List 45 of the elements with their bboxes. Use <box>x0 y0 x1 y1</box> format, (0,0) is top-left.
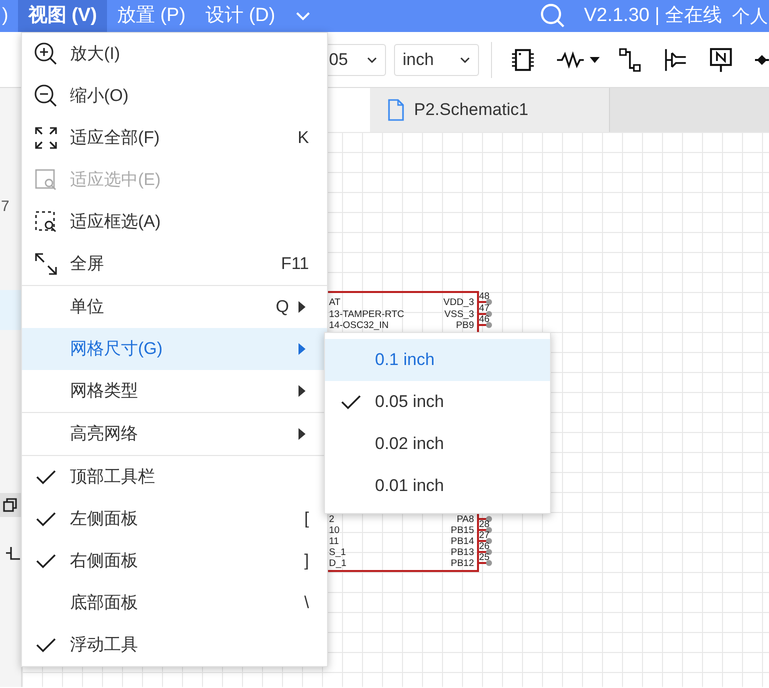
pin-label: PB14 <box>450 536 474 547</box>
pin-label: PA8 <box>456 514 474 525</box>
pin-number: 26 <box>479 542 490 552</box>
document-tab[interactable]: P2.Schematic1 <box>370 88 610 132</box>
pin-number: 28 <box>479 520 490 530</box>
menu-item[interactable]: 视图 (V) <box>18 0 107 32</box>
menu-item[interactable]: 网格类型 <box>22 370 327 412</box>
menu-item[interactable]: 网格尺寸(G) <box>22 328 327 370</box>
pin-label: 11 <box>329 536 339 547</box>
pin-number: 47 <box>479 304 490 314</box>
pin-number: 25 <box>479 553 490 563</box>
pin-label: S_1 <box>329 547 346 558</box>
menu-item[interactable]: 0.05 inch <box>325 381 550 423</box>
menu-item[interactable]: 缩小(O) <box>22 75 327 117</box>
pin-number: 46 <box>479 315 490 325</box>
panel-text: 7 <box>1 197 10 217</box>
menu-item[interactable]: 单位 Q <box>22 286 327 328</box>
menu-item[interactable]: 0.1 inch <box>325 339 550 381</box>
pin-label: D_1 <box>329 558 346 569</box>
menu-item[interactable]: 左侧面板 [ <box>22 498 327 540</box>
pin-label: AT <box>329 297 340 308</box>
pin-label: 10 <box>329 525 340 536</box>
menu-item[interactable]: 右侧面板 ] <box>22 540 327 582</box>
pin-label: 2 <box>329 514 334 525</box>
menu-item[interactable]: 适应框选(A) <box>22 201 327 243</box>
pin-label: PB12 <box>450 558 474 569</box>
menu-item[interactable]: 0.01 inch <box>325 465 550 507</box>
menu-item[interactable]: 顶部工具栏 <box>22 456 327 498</box>
pin-label: PB13 <box>450 547 474 558</box>
pin-label: VSS_3 <box>444 308 474 320</box>
pin-number: 48 <box>479 292 490 302</box>
pin-label: 13-TAMPER-RTC <box>329 308 404 320</box>
version-status: V2.1.30 | 全在线 <box>584 4 722 28</box>
menu-item[interactable]: 浮动工具 <box>22 624 327 666</box>
pin-label: PB15 <box>450 525 474 536</box>
pin-label: VDD_3 <box>443 297 474 308</box>
pin-label: 14-OSC32_IN <box>329 320 389 331</box>
menu-item[interactable]: 0.02 inch <box>325 423 550 465</box>
pin-label: PB9 <box>456 320 474 331</box>
pin-number: 27 <box>479 531 490 541</box>
menu-item[interactable]: 适应全部(F) K <box>22 117 327 159</box>
menu-item[interactable]: 高亮网络 <box>22 413 327 455</box>
menu-item[interactable]: 底部面板 \ <box>22 582 327 624</box>
unit-select[interactable]: inch <box>394 44 480 76</box>
menu-item[interactable]: 全屏 F11 <box>22 243 327 285</box>
